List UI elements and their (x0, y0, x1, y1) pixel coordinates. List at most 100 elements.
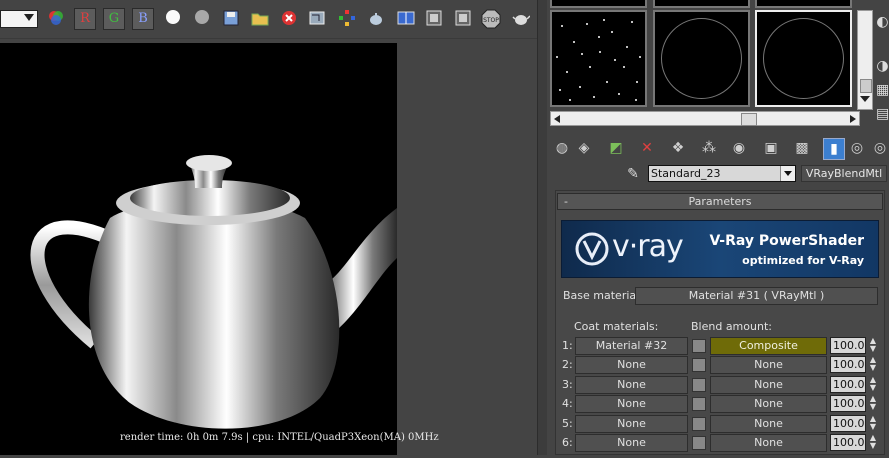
spinner-arrows-icon[interactable]: ▲ ▼ (867, 337, 879, 354)
svg-text:STOP: STOP (483, 17, 499, 24)
show-end-result-icon[interactable]: ▮ (823, 138, 845, 160)
sphere-preview (661, 18, 742, 99)
history-b-icon[interactable] (453, 9, 473, 29)
background-icon[interactable]: ▦ (876, 80, 889, 100)
put-to-library-icon[interactable]: ◉ (729, 138, 749, 158)
save-image-icon[interactable] (221, 9, 241, 29)
base-material-button[interactable]: Material #31 ( VRayMtl ) (635, 287, 878, 305)
clear-icon[interactable] (279, 9, 299, 29)
region-render-icon[interactable] (307, 9, 327, 29)
blend-amount-field[interactable]: 100.0 (830, 375, 866, 393)
scroll-down-icon[interactable] (860, 96, 870, 102)
go-to-parent-icon[interactable]: ◎ (847, 138, 867, 158)
scroll-right-icon[interactable] (850, 115, 856, 123)
blend-map-button[interactable]: Composite (710, 337, 827, 355)
spinner-arrows-icon[interactable]: ▲ ▼ (867, 434, 879, 451)
render-teapot-icon[interactable] (511, 9, 531, 29)
slots-horizontal-scrollbar[interactable] (550, 111, 860, 126)
track-mouse-icon[interactable] (337, 9, 357, 29)
coat-index: 5: (562, 416, 573, 430)
assign-to-selection-icon[interactable]: ◩ (606, 138, 626, 158)
blend-amount-header: Blend amount: (691, 320, 772, 333)
coat-enable-checkbox[interactable] (692, 358, 706, 373)
green-channel-button[interactable]: G (103, 8, 125, 30)
blend-map-button[interactable]: None (710, 375, 827, 394)
coat-material-button[interactable]: None (575, 395, 688, 414)
rollout-title: Parameters (688, 195, 752, 208)
banner-subtitle: optimized for V-Ray (742, 254, 864, 267)
vray-logo-text: v·ray (612, 229, 684, 264)
mono-gray-icon[interactable] (192, 9, 212, 29)
scroll-left-icon[interactable] (554, 115, 560, 123)
eyedropper-icon[interactable]: ✎ (624, 165, 642, 183)
history-a-icon[interactable] (424, 9, 444, 29)
copy-material-icon[interactable]: ❖ (668, 138, 688, 158)
sphere-preview (763, 18, 844, 99)
material-slot[interactable] (550, 0, 647, 8)
render-status-text: render time: 0h 0m 7.9s | cpu: INTEL/Qua… (120, 432, 439, 443)
material-name-field[interactable]: Standard_23 (648, 165, 796, 182)
coat-material-button[interactable]: Material #32 (575, 337, 688, 355)
coat-materials-header: Coat materials: (574, 320, 659, 333)
spinner-arrows-icon[interactable]: ▲ ▼ (867, 356, 879, 373)
channel-display-dropdown[interactable] (0, 10, 38, 28)
spinner-arrows-icon[interactable]: ▲ ▼ (867, 395, 879, 412)
blend-map-button[interactable]: None (710, 395, 827, 414)
red-channel-button[interactable]: R (74, 8, 96, 30)
mono-white-icon[interactable] (163, 9, 183, 29)
compare-icon[interactable] (396, 9, 416, 29)
coat-material-button[interactable]: None (575, 434, 688, 452)
reset-material-icon[interactable]: ✕ (637, 138, 657, 158)
blend-amount-field[interactable]: 100.0 (830, 395, 866, 413)
material-slot-noise[interactable] (550, 10, 647, 107)
slots-vertical-scrollbar[interactable] (857, 10, 873, 110)
blend-amount-field[interactable]: 100.0 (830, 414, 866, 432)
coat-enable-checkbox[interactable] (692, 377, 706, 392)
coat-material-button[interactable]: None (575, 356, 688, 375)
get-material-icon[interactable]: ◍ (552, 138, 572, 158)
coat-index: 2: (562, 358, 573, 372)
material-id-icon[interactable]: ▣ (761, 138, 781, 158)
blend-amount-field[interactable]: 100.0 (830, 356, 866, 374)
blend-map-button[interactable]: None (710, 356, 827, 375)
scroll-thumb[interactable] (860, 79, 872, 93)
coat-enable-checkbox[interactable] (692, 397, 706, 412)
blend-amount-field[interactable]: 100.0 (830, 337, 866, 354)
chevron-down-icon[interactable] (780, 166, 795, 181)
blend-amount-field[interactable]: 100.0 (830, 434, 866, 451)
coat-index: 3: (562, 377, 573, 391)
uv-tiling-icon[interactable]: ▤ (876, 104, 889, 124)
put-to-scene-icon[interactable]: ◈ (574, 138, 594, 158)
teapot-render-icon[interactable] (366, 9, 386, 29)
coat-enable-checkbox[interactable] (692, 339, 706, 353)
spinner-arrows-icon[interactable]: ▲ ▼ (867, 414, 879, 432)
scroll-thumb[interactable] (741, 113, 757, 126)
vray-banner: v·ray V-Ray PowerShader optimized for V-… (561, 220, 879, 278)
material-type-button[interactable]: VRayBlendMtl (801, 165, 887, 182)
coat-material-button[interactable]: None (575, 414, 688, 433)
coat-material-button[interactable]: None (575, 375, 688, 394)
blend-map-button[interactable]: None (710, 414, 827, 433)
rollout-header[interactable]: - Parameters (557, 193, 883, 210)
material-slot[interactable] (755, 0, 852, 8)
open-folder-icon[interactable] (250, 9, 270, 29)
stop-render-icon[interactable]: STOP (481, 9, 501, 29)
backlight-icon[interactable]: ◑ (876, 56, 889, 76)
material-name-value: Standard_23 (651, 167, 721, 180)
go-forward-sibling-icon[interactable]: ◎ (870, 138, 889, 158)
material-slot-selected[interactable] (755, 10, 852, 107)
coat-enable-checkbox[interactable] (692, 416, 706, 431)
teapot-render (30, 155, 397, 429)
material-slot-sphere[interactable] (653, 10, 750, 107)
show-map-icon[interactable]: ▩ (792, 138, 812, 158)
material-slot[interactable] (653, 0, 750, 8)
coat-index: 1: (562, 339, 573, 352)
spinner-arrows-icon[interactable]: ▲ ▼ (867, 375, 879, 393)
rgb-channels-icon[interactable] (46, 9, 66, 29)
rendered-image (0, 43, 397, 455)
blue-channel-button[interactable]: B (132, 8, 154, 30)
blend-map-button[interactable]: None (710, 434, 827, 452)
coat-enable-checkbox[interactable] (692, 436, 706, 450)
sample-type-icon[interactable]: ◐ (876, 12, 889, 32)
make-unique-icon[interactable]: ⁂ (699, 138, 719, 158)
